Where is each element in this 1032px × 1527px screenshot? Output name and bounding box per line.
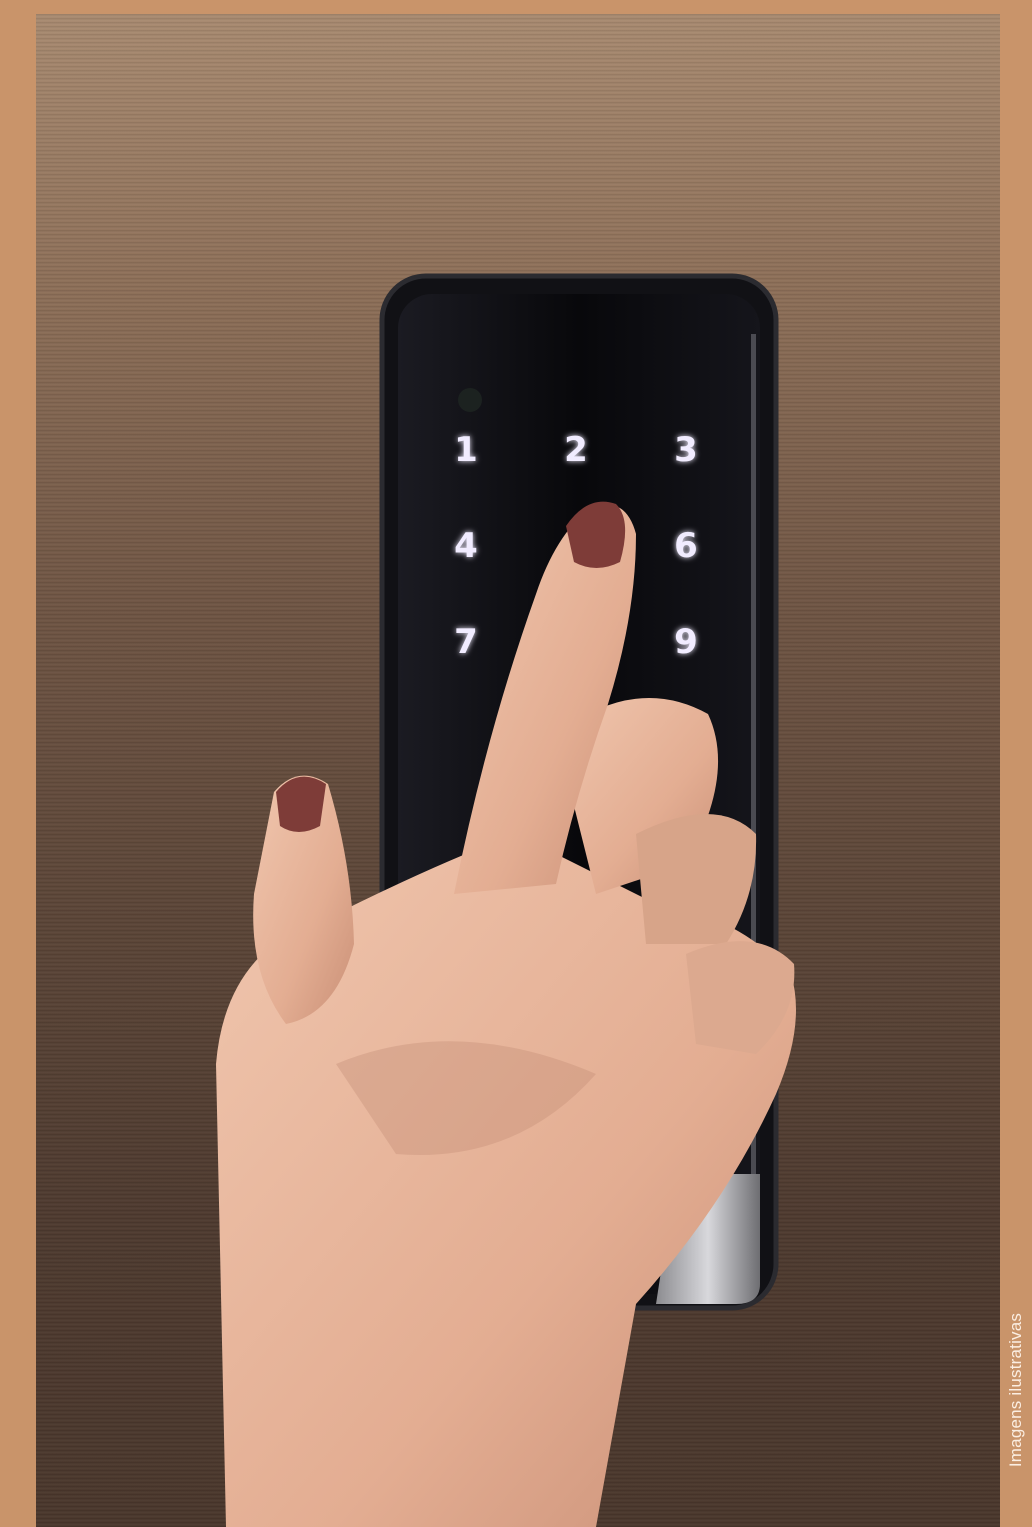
keypad-key-7: 7 xyxy=(454,622,478,662)
keypad-key-6: 6 xyxy=(674,526,698,566)
sensor-dot xyxy=(458,388,482,412)
smart-lock-scene: 1 2 3 4 6 7 9 xyxy=(216,273,796,1527)
keypad-key-9: 9 xyxy=(674,622,698,662)
photo-frame: 1 2 3 4 6 7 9 xyxy=(36,14,1000,1527)
caption-strip xyxy=(1000,0,1032,1527)
keypad-key-4: 4 xyxy=(454,526,478,566)
keypad-key-3: 3 xyxy=(674,430,698,470)
keypad-key-1: 1 xyxy=(454,430,478,470)
thumb-nail xyxy=(276,776,326,832)
image-caption: Imagens ilustrativas xyxy=(1006,1312,1025,1468)
keypad-key-2: 2 xyxy=(564,430,588,470)
